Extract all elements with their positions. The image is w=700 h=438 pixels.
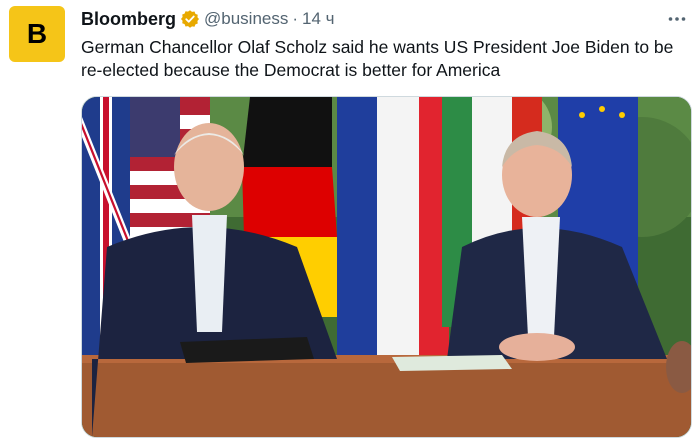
verified-badge-icon <box>180 9 200 29</box>
timestamp[interactable]: 14 ч <box>302 9 335 29</box>
more-options-icon[interactable] <box>664 6 690 32</box>
tweet-header: Bloomberg @business · 14 ч <box>81 8 335 30</box>
tweet-photo[interactable] <box>81 96 692 438</box>
tweet-text: German Chancellor Olaf Scholz said he wa… <box>81 37 674 80</box>
account-name[interactable]: Bloomberg <box>81 9 176 30</box>
photo-illustration <box>82 97 691 437</box>
avatar-letter: B <box>26 18 48 49</box>
account-handle[interactable]: @business <box>204 9 288 29</box>
french-flag <box>337 97 449 357</box>
avatar[interactable]: B <box>9 6 65 62</box>
separator-dot: · <box>292 9 299 28</box>
